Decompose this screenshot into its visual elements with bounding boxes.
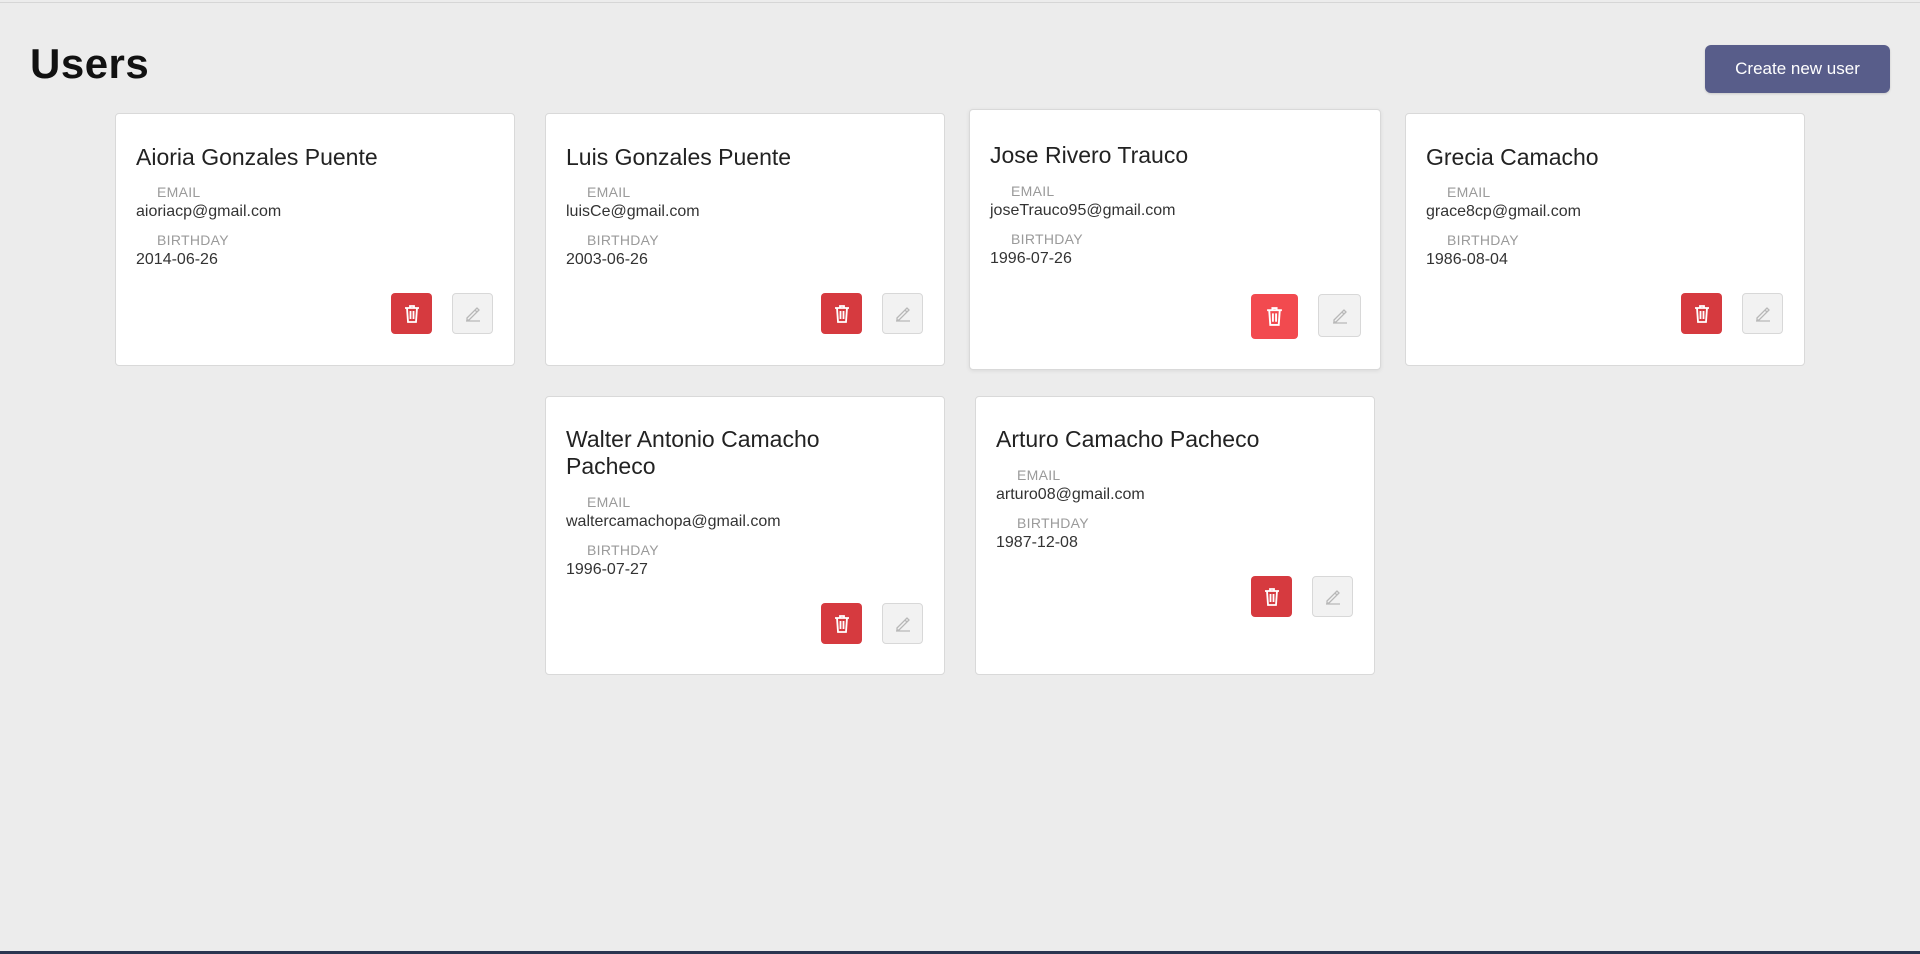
delete-user-button[interactable] (1251, 294, 1298, 339)
user-email: aioriacp@gmail.com (136, 203, 282, 220)
delete-user-button[interactable] (1681, 293, 1722, 334)
trash-icon (1267, 307, 1282, 326)
email-label: EMAIL (157, 184, 201, 200)
user-name: Aioria Gonzales Puente (136, 144, 378, 170)
user-birthday: 1996-07-26 (990, 250, 1072, 267)
user-email: arturo08@gmail.com (996, 486, 1145, 503)
birthday-label: BIRTHDAY (1017, 515, 1089, 531)
pencil-icon (895, 616, 910, 632)
user-card: Luis Gonzales Puente EMAIL luisCe@gmail.… (545, 113, 945, 366)
create-new-user-button[interactable]: Create new user (1705, 45, 1890, 93)
edit-user-button[interactable] (882, 293, 923, 334)
email-label: EMAIL (1017, 467, 1061, 483)
trash-icon (404, 304, 419, 323)
card-actions (821, 603, 923, 644)
email-label: EMAIL (1011, 183, 1055, 199)
delete-user-button[interactable] (1251, 576, 1292, 617)
birthday-label: BIRTHDAY (157, 232, 229, 248)
delete-user-button[interactable] (821, 603, 862, 644)
page-title: Users (30, 40, 150, 87)
user-birthday: 1987-12-08 (996, 534, 1078, 551)
pencil-icon (1332, 308, 1347, 324)
card-actions (1251, 576, 1353, 617)
email-label: EMAIL (587, 494, 631, 510)
card-actions (391, 293, 493, 334)
card-actions (1681, 293, 1783, 334)
top-divider (0, 2, 1920, 3)
edit-user-button[interactable] (882, 603, 923, 644)
card-actions (1251, 294, 1361, 339)
birthday-label: BIRTHDAY (1011, 231, 1083, 247)
trash-icon (1694, 304, 1709, 323)
birthday-label: BIRTHDAY (587, 232, 659, 248)
user-name: Jose Rivero Trauco (990, 142, 1189, 168)
trash-icon (834, 304, 849, 323)
user-email: joseTrauco95@gmail.com (990, 202, 1176, 219)
user-name: Walter Antonio Camacho Pacheco (566, 426, 820, 479)
user-birthday: 1986-08-04 (1426, 251, 1508, 268)
user-card: Arturo Camacho Pacheco EMAIL arturo08@gm… (975, 396, 1375, 675)
user-card: Aioria Gonzales Puente EMAIL aioriacp@gm… (115, 113, 515, 366)
edit-user-button[interactable] (1318, 294, 1361, 337)
user-card: Grecia Camacho EMAIL grace8cp@gmail.com … (1405, 113, 1805, 366)
email-label: EMAIL (1447, 184, 1491, 200)
edit-user-button[interactable] (1742, 293, 1783, 334)
email-label: EMAIL (587, 184, 631, 200)
delete-user-button[interactable] (821, 293, 862, 334)
user-birthday: 2003-06-26 (566, 251, 648, 268)
user-birthday: 2014-06-26 (136, 251, 218, 268)
pencil-icon (895, 306, 910, 322)
user-name: Luis Gonzales Puente (566, 144, 792, 170)
user-birthday: 1996-07-27 (566, 561, 648, 578)
birthday-label: BIRTHDAY (587, 542, 659, 558)
pencil-icon (1755, 306, 1770, 322)
user-email: grace8cp@gmail.com (1426, 203, 1581, 220)
trash-icon (1264, 587, 1279, 606)
edit-user-button[interactable] (1312, 576, 1353, 617)
user-name: Grecia Camacho (1426, 144, 1599, 170)
user-name: Arturo Camacho Pacheco (996, 426, 1260, 452)
user-email: luisCe@gmail.com (566, 203, 700, 220)
edit-user-button[interactable] (452, 293, 493, 334)
user-card: Jose Rivero Trauco EMAIL joseTrauco95@gm… (969, 109, 1381, 370)
user-email: waltercamachopa@gmail.com (566, 513, 781, 530)
birthday-label: BIRTHDAY (1447, 232, 1519, 248)
card-actions (821, 293, 923, 334)
user-card: Walter Antonio Camacho Pacheco EMAIL wal… (545, 396, 945, 675)
delete-user-button[interactable] (391, 293, 432, 334)
pencil-icon (465, 306, 480, 322)
pencil-icon (1325, 589, 1340, 605)
trash-icon (834, 614, 849, 633)
